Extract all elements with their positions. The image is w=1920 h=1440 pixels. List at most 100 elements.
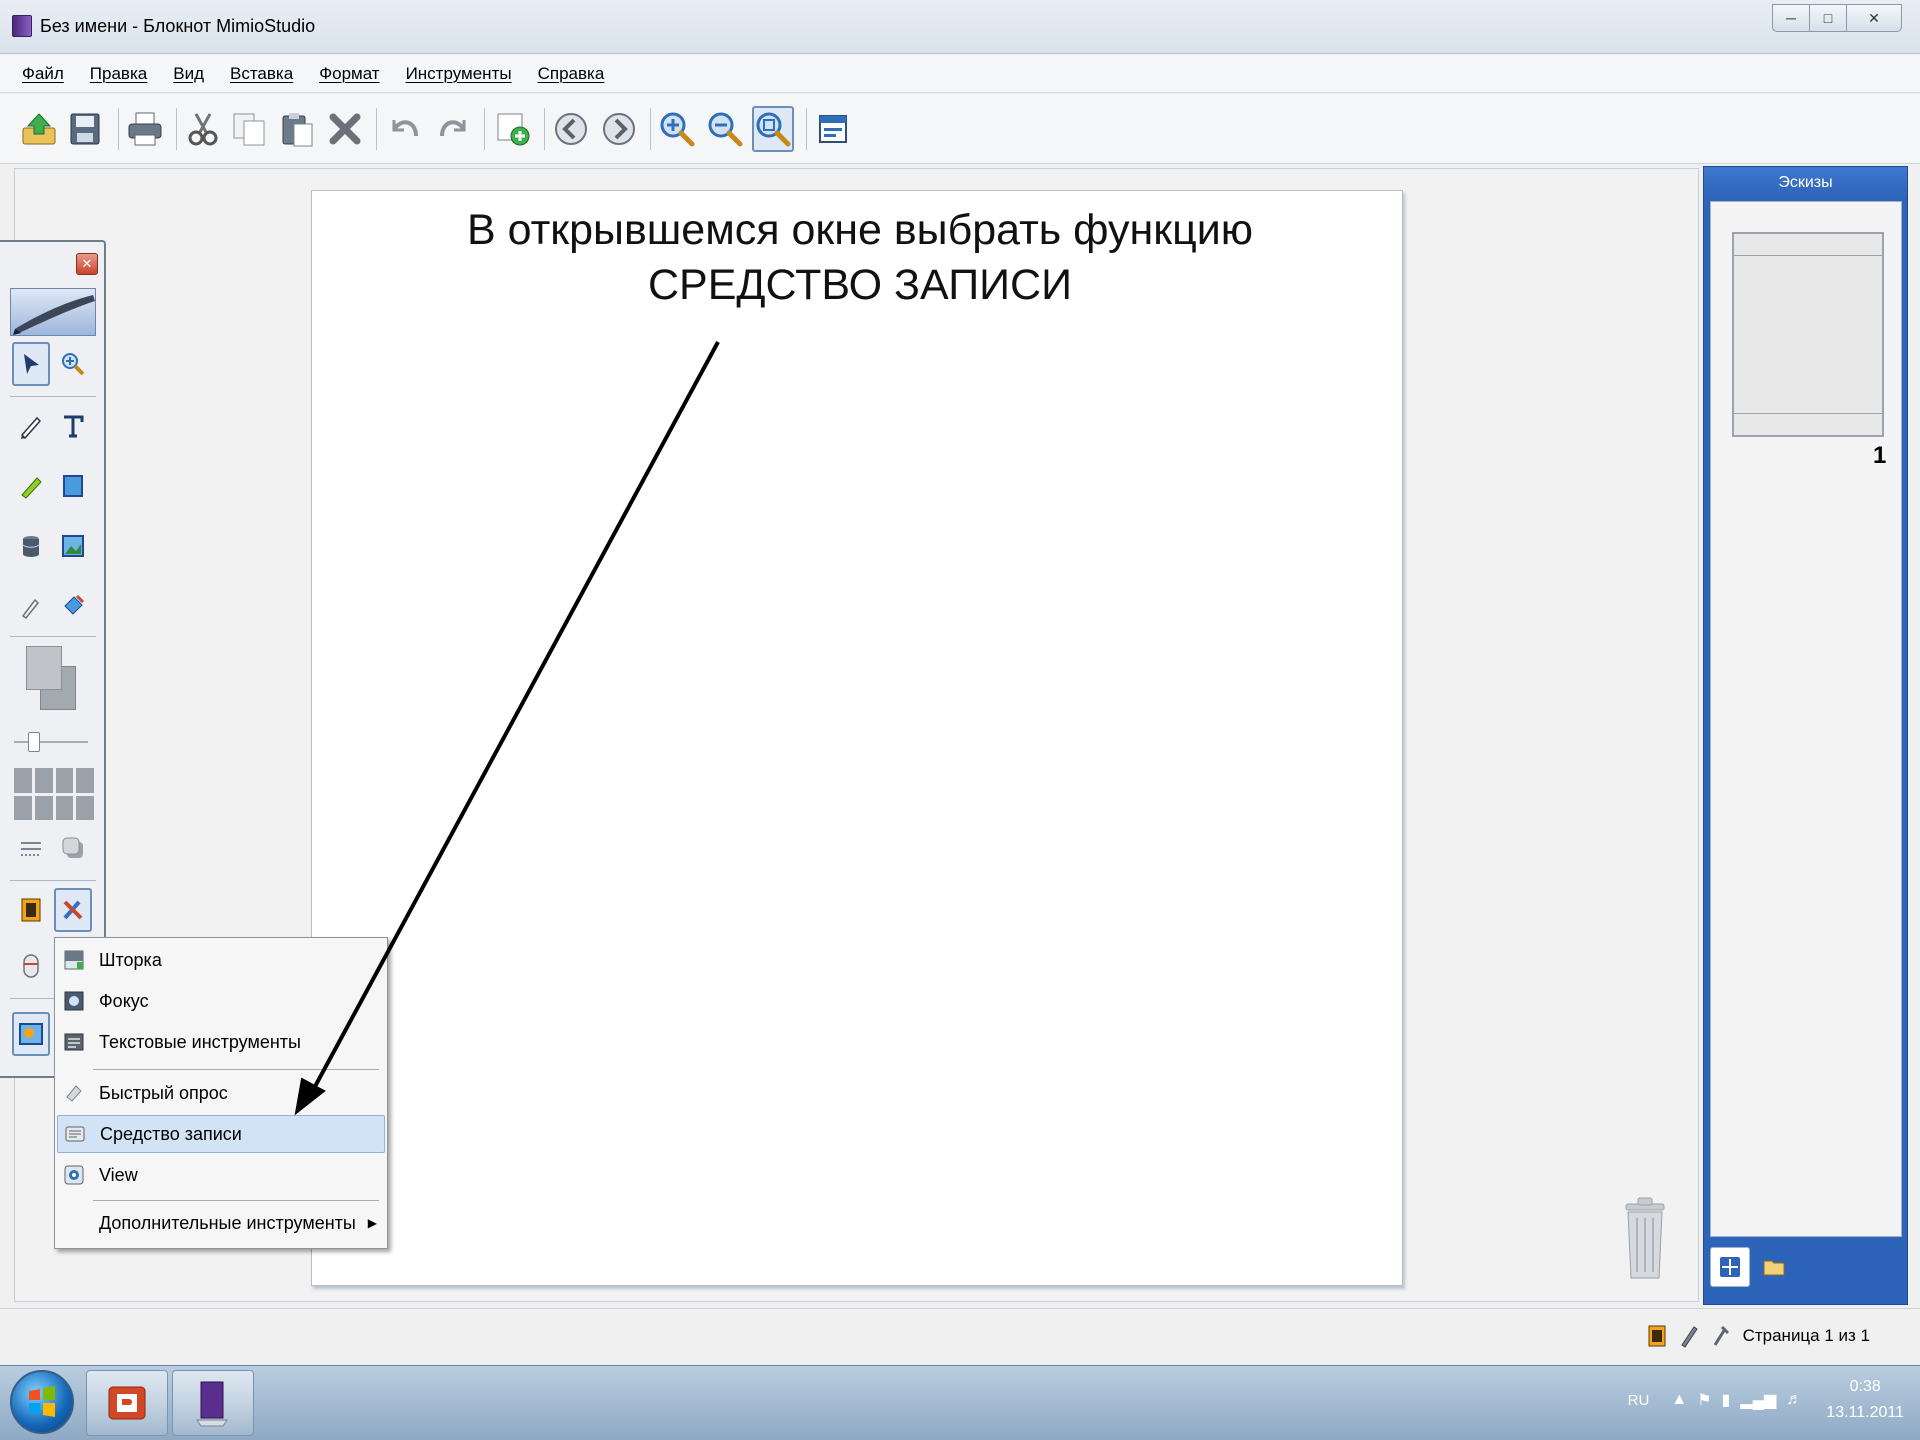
delete-button[interactable] [324,106,366,152]
menu-format[interactable]: Формат [319,64,379,84]
grid-icon [1720,1257,1740,1277]
clock-date: 13.11.2011 [1826,1404,1904,1421]
database-tool-button[interactable] [12,524,50,568]
new-page-button[interactable] [492,106,534,152]
power-icon[interactable]: ▮ [1722,1390,1731,1410]
zoom-in-button[interactable] [656,106,698,152]
next-page-button[interactable] [598,106,640,152]
notebook-page[interactable] [311,190,1403,1286]
text-icon [64,415,84,438]
menu-item-label: Текстовые инструменты [99,1031,301,1052]
mouse-icon [23,954,39,978]
instruction-text: В открывшемся окне выбрать функцию СРЕДС… [330,203,1390,313]
image-tool-button[interactable] [54,524,92,568]
network-icon[interactable]: ▂▄▆ [1740,1390,1776,1410]
cut-button[interactable] [182,106,224,152]
rectangle-icon [63,475,83,497]
clock-time: 0:38 [1849,1378,1881,1395]
maximize-button[interactable]: □ [1809,4,1847,32]
recorder-button[interactable] [12,888,50,932]
fit-page-button[interactable] [752,106,794,152]
page-thumbnail-number: 1 [1873,442,1887,469]
tools-button[interactable] [54,888,92,932]
trash-icon[interactable] [1620,1196,1670,1280]
instruction-line-1: В открывшемся окне выбрать функцию [467,206,1253,254]
palette-separator [10,636,96,637]
close-button[interactable]: ✕ [1846,4,1902,32]
menu-item-label: Дополнительные инструменты [99,1212,356,1233]
shape-tool-button[interactable] [54,464,92,508]
clock[interactable]: 0:38 13.11.2011 [1826,1374,1904,1426]
text-tool-button[interactable] [54,404,92,448]
menu-item-label: Фокус [99,990,149,1011]
taskbar-mimiostudio[interactable] [172,1370,254,1436]
select-tool-button[interactable] [12,342,50,386]
start-button[interactable] [10,1370,74,1434]
mouse-mode-button[interactable] [12,944,50,988]
print-button[interactable] [124,106,166,152]
tools-status-icon[interactable] [1706,1321,1736,1351]
menu-item-quick-poll[interactable]: Быстрый опрос [57,1074,385,1112]
thumbnail-band [1734,413,1882,435]
undo-button[interactable] [384,106,426,152]
action-center-flag-icon[interactable]: ⚑ [1697,1390,1711,1410]
display-settings-button[interactable] [812,106,854,152]
language-indicator[interactable]: RU [1628,1392,1650,1409]
redo-button[interactable] [432,106,474,152]
volume-icon[interactable]: ♬ [1786,1391,1802,1409]
show-hidden-icons-icon[interactable]: ▲ [1671,1391,1687,1409]
delete-icon [329,113,361,145]
page-thumbnail[interactable] [1732,232,1884,437]
menu-item-view[interactable]: View [57,1156,385,1194]
title-bar: Без имени - Блокнот MimioStudio ─ □ ✕ [0,0,1920,54]
app-window: Без имени - Блокнот MimioStudio ─ □ ✕ Фа… [0,0,1920,1365]
open-button[interactable] [18,106,60,152]
pen-tool-button[interactable] [12,404,50,448]
magnifier-icon [62,353,85,376]
menu-file[interactable]: Файл [22,64,64,84]
menu-help[interactable]: Справка [538,64,605,84]
pen-status-icon[interactable] [1674,1321,1704,1351]
zoom-out-button[interactable] [704,106,746,152]
fit-page-icon [756,112,791,147]
thickness-slider[interactable] [14,732,88,752]
minimize-button[interactable]: ─ [1772,4,1810,32]
menu-view[interactable]: Вид [173,64,204,84]
maximize-icon: □ [1823,10,1833,26]
shadow-button[interactable] [54,826,92,870]
print-icon [128,112,162,146]
taskbar-powerpoint[interactable] [86,1370,168,1436]
slider-thumb[interactable] [28,732,40,752]
fill-tool-button[interactable] [54,584,92,628]
screen-capture-button[interactable] [12,1012,50,1056]
menu-item-more-tools[interactable]: Дополнительные инструменты ▶ [57,1204,385,1242]
copy-button[interactable] [228,106,270,152]
blank-icon [63,1212,85,1234]
open-icon [22,113,56,145]
menu-item-recorder[interactable]: Средство записи [57,1115,385,1153]
save-button[interactable] [64,106,106,152]
tab-thumbnails[interactable] [1710,1247,1750,1287]
transparency-grid[interactable] [14,768,94,820]
menu-item-text-tools[interactable]: Текстовые инструменты [57,1023,385,1061]
system-tray: RU ▲ ⚑ ▮ ▂▄▆ ♬ 0:38 13.11.2011 [1628,1374,1904,1426]
eyedropper-tool-button[interactable] [12,584,50,628]
menu-insert[interactable]: Вставка [230,64,293,84]
eyedropper-icon [21,598,40,620]
recorder-status-icon[interactable] [1642,1321,1672,1351]
menu-edit[interactable]: Правка [90,64,147,84]
paste-button[interactable] [276,106,318,152]
taskbar: RU ▲ ⚑ ▮ ▂▄▆ ♬ 0:38 13.11.2011 [0,1365,1920,1440]
menu-item-spotlight[interactable]: Фокус [57,982,385,1020]
color-picker[interactable] [26,646,78,712]
line-style-button[interactable] [12,826,50,870]
zoom-tool-button[interactable] [54,342,92,386]
palette-close-button[interactable]: ✕ [76,253,98,275]
highlighter-tool-button[interactable] [12,464,50,508]
text-tools-icon [63,1031,85,1053]
line-color-swatch[interactable] [26,646,62,690]
menu-tools[interactable]: Инструменты [406,64,512,84]
previous-page-button[interactable] [550,106,592,152]
menu-item-screen-shade[interactable]: Шторка [57,941,385,979]
tab-gallery[interactable] [1754,1247,1794,1287]
